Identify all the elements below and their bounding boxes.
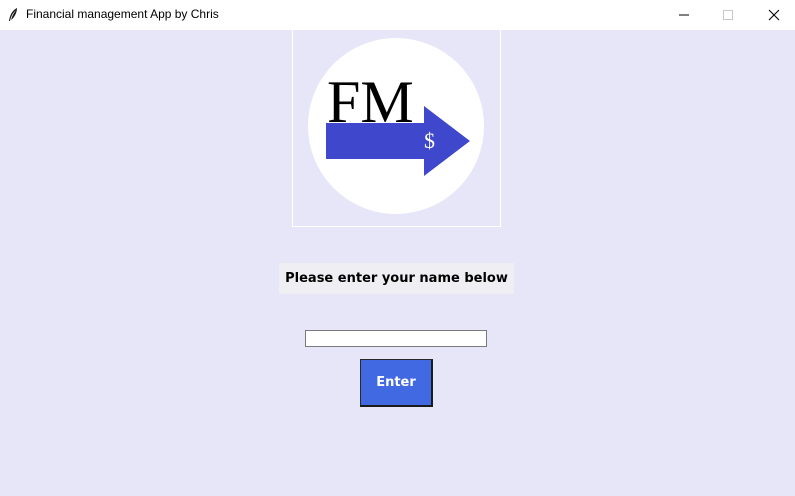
window-title: Financial management App by Chris xyxy=(26,7,219,21)
title-bar: Financial management App by Chris xyxy=(0,0,795,30)
enter-button[interactable]: Enter xyxy=(360,359,433,407)
logo-text: FM xyxy=(327,69,414,135)
dollar-symbol: $ xyxy=(424,128,435,153)
feather-icon xyxy=(7,7,19,23)
maximize-icon xyxy=(722,6,734,25)
logo: FM $ xyxy=(292,30,501,227)
minimize-button[interactable] xyxy=(661,0,707,30)
name-input[interactable] xyxy=(305,330,487,347)
close-button[interactable] xyxy=(751,0,795,30)
main-content: FM $ Please enter your name below Enter xyxy=(0,30,795,496)
name-prompt-label: Please enter your name below xyxy=(279,263,514,294)
maximize-button[interactable] xyxy=(705,0,751,30)
minimize-icon xyxy=(678,6,690,25)
app-window: Financial management App by Chris FM $ P… xyxy=(0,0,795,496)
close-icon xyxy=(768,6,780,25)
